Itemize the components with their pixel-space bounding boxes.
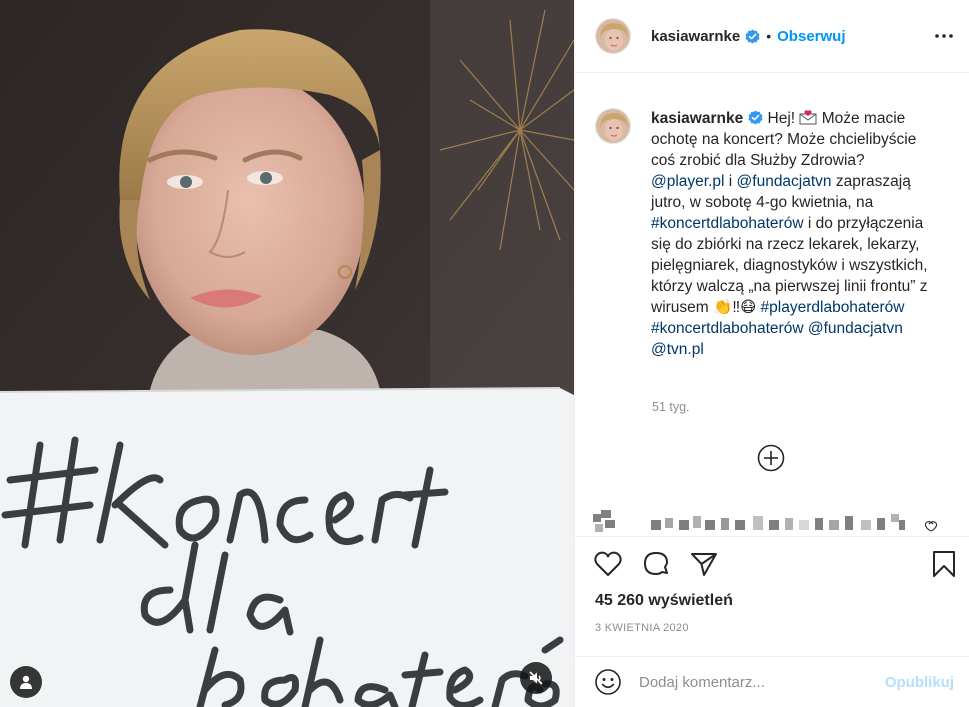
smiley-icon: [595, 669, 621, 695]
hashtag-link[interactable]: #koncertdlabohaterów: [651, 320, 804, 337]
verified-badge-icon: [748, 110, 763, 125]
verified-badge-icon: [745, 28, 760, 44]
comments-section: kasiawarnke Hej! Może macie ochotę na ko…: [575, 74, 969, 536]
header-username[interactable]: kasiawarnke: [651, 28, 740, 45]
caption-segment: Hej!: [763, 110, 800, 127]
tag-people-button[interactable]: [10, 666, 42, 698]
post-date[interactable]: 3 KWIETNIA 2020: [595, 622, 689, 634]
save-button[interactable]: [929, 549, 959, 579]
mention-link[interactable]: @fundacjatvn: [808, 320, 903, 337]
hashtag-link[interactable]: #playerdlabohaterów: [761, 299, 905, 316]
more-options-button[interactable]: [934, 26, 954, 46]
post-media[interactable]: [0, 0, 574, 707]
caption-avatar[interactable]: [595, 108, 631, 144]
mention-link[interactable]: @tvn.pl: [651, 341, 704, 358]
like-button[interactable]: [593, 549, 623, 579]
comment-input[interactable]: [639, 673, 879, 691]
post-actions: 45 260 wyświetleń 3 KWIETNIA 2020: [575, 536, 969, 672]
comment-bubble-icon: [644, 552, 668, 575]
post-comment-button[interactable]: Opublikuj: [885, 674, 954, 691]
mention-link[interactable]: @player.pl: [651, 173, 724, 190]
share-button[interactable]: [689, 549, 719, 579]
user-tag-icon: [20, 675, 32, 689]
mute-button[interactable]: [520, 662, 552, 694]
caption-emoji: 👏‼😷: [713, 299, 757, 316]
blurred-comment: [593, 510, 938, 532]
caption-username[interactable]: kasiawarnke: [651, 110, 743, 127]
heart-icon: [594, 551, 622, 576]
post-sidebar: kasiawarnke • Obserwuj kasiawarnke Hej! …: [574, 0, 969, 707]
caption-segment: i: [724, 173, 737, 190]
emoji-button[interactable]: [593, 667, 623, 697]
more-dots-icon: [935, 34, 953, 38]
hashtag-link[interactable]: #koncertdlabohaterów: [651, 215, 804, 232]
caption-time-ago[interactable]: 51 tyg.: [652, 400, 690, 414]
mention-link[interactable]: @fundacjatvn: [737, 173, 832, 190]
envelope-heart-icon: [799, 110, 817, 125]
comment-button[interactable]: [641, 549, 671, 579]
header-separator: •: [766, 28, 772, 44]
view-count[interactable]: 45 260 wyświetleń: [595, 592, 733, 610]
add-comment-bar: Opublikuj: [575, 656, 969, 707]
post-header: kasiawarnke • Obserwuj: [575, 0, 969, 73]
follow-button[interactable]: Obserwuj: [777, 28, 845, 45]
avatar[interactable]: [595, 18, 631, 54]
paper-plane-icon: [691, 553, 717, 576]
video-frame: [0, 0, 574, 707]
speaker-muted-icon: [529, 671, 543, 685]
bookmark-icon: [933, 551, 955, 577]
caption: kasiawarnke Hej! Może macie ochotę na ko…: [595, 108, 941, 360]
load-more-comments-icon[interactable]: [756, 443, 786, 473]
caption-text: kasiawarnke Hej! Może macie ochotę na ko…: [651, 108, 941, 360]
